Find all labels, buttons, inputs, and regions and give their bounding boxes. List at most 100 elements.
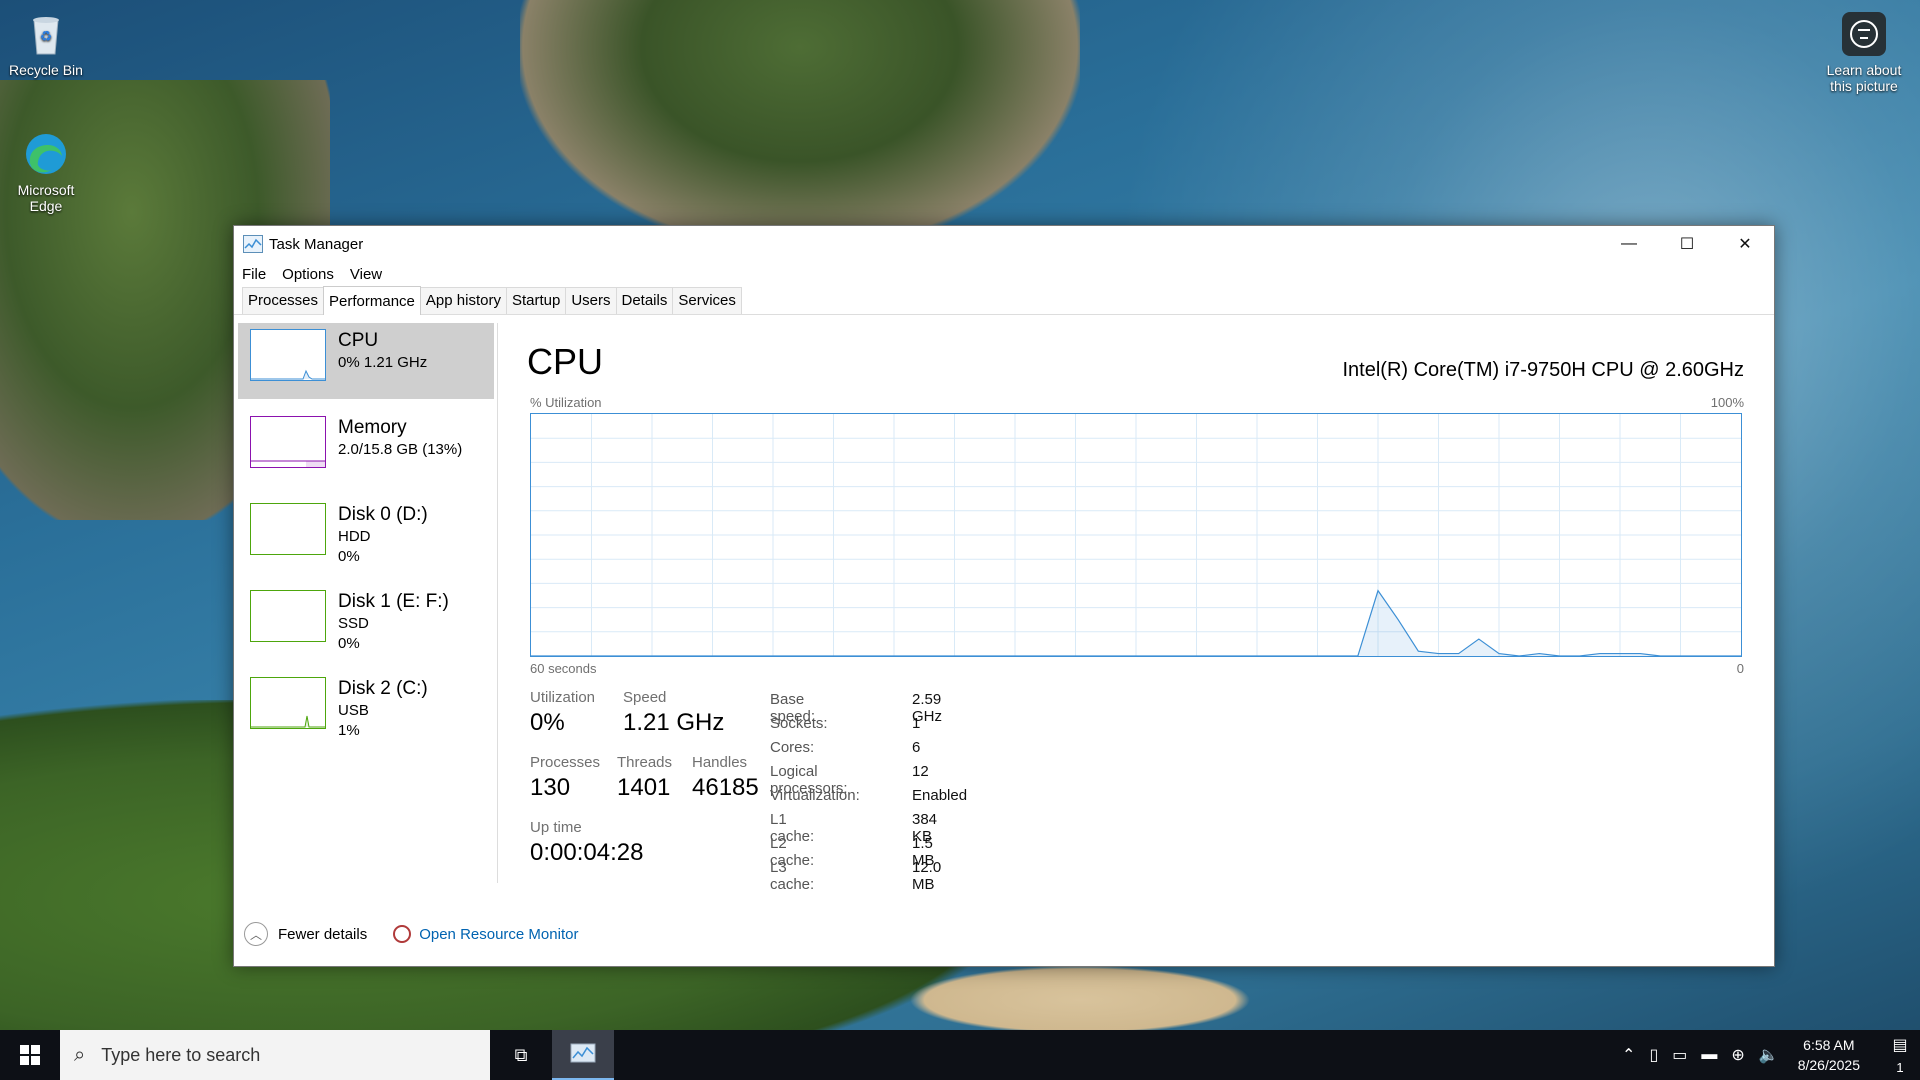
menu-file[interactable]: File: [242, 266, 266, 283]
windows-logo-icon: [20, 1045, 40, 1065]
sidebar-item-detail: 1%: [338, 722, 360, 739]
threads-value: 1401: [617, 774, 671, 801]
sidebar-item-detail: HDD: [338, 528, 371, 545]
close-button[interactable]: ✕: [1716, 226, 1774, 262]
volume-icon[interactable]: 🔈: [1759, 1045, 1779, 1065]
speed-value: 1.21 GHz: [623, 709, 725, 736]
task-view-button[interactable]: ⧉: [490, 1030, 552, 1080]
tab-app-history[interactable]: App history: [419, 287, 507, 314]
meet-now-icon[interactable]: ▭: [1672, 1045, 1687, 1065]
learn-about-label: Learn about this picture: [1826, 62, 1902, 94]
page-title: CPU: [527, 341, 604, 382]
minimize-button[interactable]: —: [1600, 226, 1658, 262]
tab-services[interactable]: Services: [672, 287, 742, 314]
open-resource-monitor-link[interactable]: Open Resource Monitor: [419, 926, 578, 943]
chevron-up-icon[interactable]: ︿: [244, 922, 268, 946]
sidebar-item-title: Disk 2 (C:): [338, 678, 428, 699]
title-bar[interactable]: Task Manager — ☐ ✕: [234, 226, 1774, 262]
sidebar-item-detail: 0%: [338, 635, 360, 652]
taskbar: ⌕ Type here to search ⧉ ⌃ ▯ ▭ ▬ ⊕ 🔈 6:58…: [0, 1030, 1920, 1080]
desktop-icon-recycle-bin[interactable]: ♻ Recycle Bin: [6, 10, 86, 78]
cpu-graph-svg: [531, 414, 1741, 657]
battery-icon[interactable]: ▬: [1701, 1046, 1717, 1064]
network-icon[interactable]: ⊕: [1731, 1045, 1744, 1065]
desktop-icon-label: Microsoft Edge: [17, 182, 75, 214]
handles-value: 46185: [692, 774, 759, 801]
notification-button[interactable]: ▤ 1: [1880, 1035, 1920, 1075]
sidebar-item-detail: 2.0/15.8 GB (13%): [338, 441, 463, 458]
uptime-value: 0:00:04:28: [530, 839, 644, 866]
sidebar-item-title: CPU: [338, 330, 379, 351]
sidebar-item-title: Disk 0 (D:): [338, 504, 428, 525]
task-manager-icon: [243, 235, 263, 253]
uptime-label: Up time: [530, 819, 582, 836]
chevron-up-icon[interactable]: ⌃: [1622, 1045, 1635, 1065]
menu-view[interactable]: View: [350, 266, 382, 283]
y-axis-label: % Utilization: [530, 395, 602, 410]
sidebar-item-detail: 0% 1.21 GHz: [338, 354, 428, 371]
cpu-model-name: Intel(R) Core(TM) i7-9750H CPU @ 2.60GHz: [1342, 359, 1744, 381]
disk1-thumbnail-graph: [250, 590, 326, 642]
fewer-details-link[interactable]: Fewer details: [278, 926, 367, 943]
sidebar-item-detail: SSD: [338, 615, 369, 632]
menu-options[interactable]: Options: [282, 266, 334, 283]
sidebar-item-disk0[interactable]: Disk 0 (D:) HDD 0%: [238, 497, 494, 573]
memory-thumbnail-graph: [250, 416, 326, 468]
y-axis-max: 100%: [1710, 395, 1744, 410]
tablet-icon[interactable]: ▯: [1649, 1045, 1658, 1065]
cpu-thumbnail-graph: [250, 329, 326, 381]
tab-users[interactable]: Users: [565, 287, 617, 314]
processes-label: Processes: [530, 754, 601, 771]
taskbar-search-box[interactable]: ⌕ Type here to search: [60, 1030, 490, 1080]
sidebar-item-detail: 0%: [338, 548, 360, 565]
tab-details[interactable]: Details: [615, 287, 674, 314]
disk0-thumbnail-graph: [250, 503, 326, 555]
tab-bar: Processes Performance App history Startu…: [234, 286, 1774, 315]
tab-startup[interactable]: Startup: [505, 287, 567, 314]
processes-value: 130: [530, 774, 571, 801]
x-axis-label: 60 seconds: [530, 661, 597, 676]
tab-performance[interactable]: Performance: [323, 286, 421, 315]
sidebar-item-disk2[interactable]: Disk 2 (C:) USB 1%: [238, 671, 494, 747]
camera-icon: [1840, 10, 1888, 58]
clock-time: 6:58 AM: [1803, 1037, 1855, 1053]
panel-divider: [497, 323, 498, 883]
notification-count: 1: [1896, 1060, 1904, 1076]
tab-processes[interactable]: Processes: [242, 287, 325, 314]
notification-icon: ▤: [1892, 1036, 1908, 1054]
x-axis-min: 0: [1736, 661, 1744, 676]
edge-icon: [22, 130, 70, 178]
desktop-icon-label: Recycle Bin: [9, 62, 83, 78]
utilization-label: Utilization: [530, 689, 596, 706]
window-title: Task Manager: [269, 235, 364, 253]
sidebar-item-memory[interactable]: Memory 2.0/15.8 GB (13%): [238, 410, 494, 486]
clock[interactable]: 6:58 AM 8/26/2025: [1798, 1035, 1860, 1075]
resource-monitor-icon: [393, 925, 412, 943]
sidebar-item-detail: USB: [338, 702, 369, 719]
cpu-utilization-graph: [530, 413, 1742, 657]
taskbar-task-manager[interactable]: [552, 1030, 614, 1080]
performance-sidebar: CPU 0% 1.21 GHz Memory 2.0/15.8 GB (13%)…: [238, 323, 494, 758]
sidebar-item-title: Disk 1 (E: F:): [338, 591, 449, 612]
svg-text:♻: ♻: [40, 28, 53, 44]
maximize-button[interactable]: ☐: [1658, 226, 1716, 262]
recycle-bin-icon: ♻: [22, 10, 70, 58]
start-button[interactable]: [0, 1030, 60, 1080]
clock-date: 8/26/2025: [1797, 1057, 1860, 1073]
menu-bar: File Options View: [234, 262, 1774, 286]
speed-label: Speed: [623, 689, 667, 706]
threads-label: Threads: [617, 754, 673, 771]
sidebar-item-disk1[interactable]: Disk 1 (E: F:) SSD 0%: [238, 584, 494, 660]
system-tray: ⌃ ▯ ▭ ▬ ⊕ 🔈 6:58 AM 8/26/2025 ▤ 1: [1615, 1030, 1920, 1080]
footer: ︿ Fewer details Open Resource Monitor: [244, 922, 578, 946]
search-icon: ⌕: [74, 1043, 86, 1066]
desktop-icon-microsoft-edge[interactable]: Microsoft Edge: [6, 130, 86, 214]
sidebar-item-cpu[interactable]: CPU 0% 1.21 GHz: [238, 323, 494, 399]
task-manager-icon: [570, 1043, 596, 1063]
learn-about-picture[interactable]: Learn about this picture: [1814, 10, 1914, 94]
search-placeholder: Type here to search: [101, 1044, 261, 1065]
handles-label: Handles: [692, 754, 748, 771]
task-manager-window: Task Manager — ☐ ✕ File Options View Pro…: [233, 225, 1775, 967]
disk2-thumbnail-graph: [250, 677, 326, 729]
utilization-value: 0%: [530, 709, 565, 736]
